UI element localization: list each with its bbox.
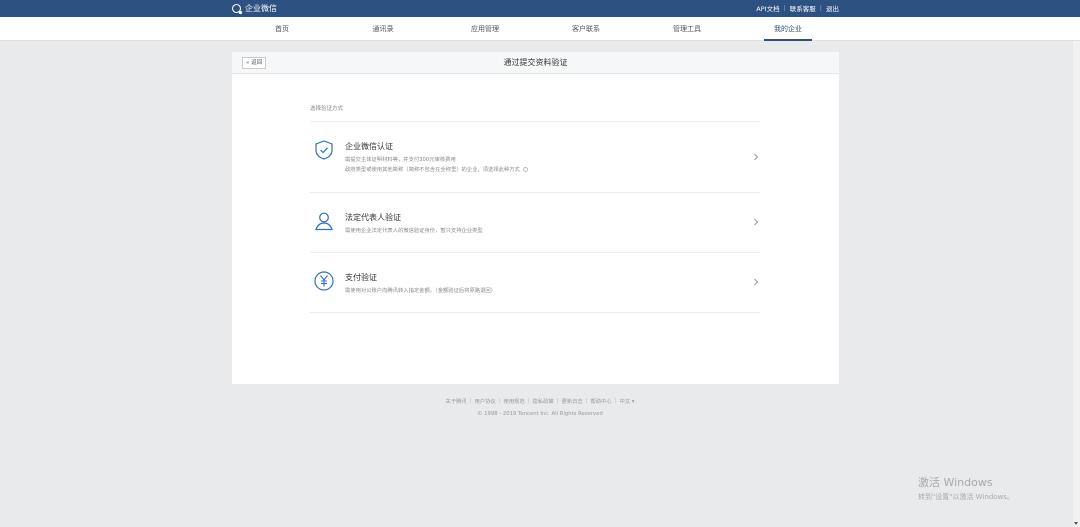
card-header: 通过提交资料验证 « 返回 xyxy=(232,52,839,74)
chevron-right-icon xyxy=(754,153,759,161)
option-desc-secondary: 政府类型或使用其他简称（简称不包含在全称里）的企业，须选择此种方式 xyxy=(345,165,528,173)
divider xyxy=(310,312,760,313)
link-separator: | xyxy=(527,398,530,404)
yuan-icon xyxy=(314,271,334,291)
top-links: API文档 | 联系客服 | 退出 xyxy=(756,3,839,13)
footer-link-user-agreement[interactable]: 用户协议 xyxy=(475,397,496,405)
wecom-logo-icon xyxy=(231,3,243,14)
footer-link-privacy[interactable]: 隐私政策 xyxy=(533,397,554,405)
tab-home[interactable]: 首页 xyxy=(252,17,312,41)
windows-activation-watermark: 激活 Windows 转到"设置"以激活 Windows。 xyxy=(918,474,1014,502)
option-wecom-certification[interactable]: 企业微信认证 需提交主体证明材料等，并支付300元审核费用 政府类型或使用其他简… xyxy=(310,122,760,192)
tab-contacts[interactable]: 通讯录 xyxy=(353,17,413,41)
language-select[interactable]: 中文 ▾ xyxy=(620,397,635,405)
option-title: 支付验证 xyxy=(345,273,377,282)
chevron-right-icon xyxy=(754,278,759,286)
tab-my-enterprise[interactable]: 我的企业 xyxy=(758,17,818,41)
api-docs-link[interactable]: API文档 xyxy=(756,3,779,13)
verification-card: 通过提交资料验证 « 返回 选择验证方式 企业微信认证 需提交主体证明材料等，并… xyxy=(232,52,839,384)
footer-link-about[interactable]: 关于腾讯 xyxy=(446,397,467,405)
link-separator: | xyxy=(585,398,588,404)
option-title: 法定代表人验证 xyxy=(345,213,401,222)
option-desc: 需提交主体证明材料等，并支付300元审核费用 xyxy=(345,157,456,163)
person-icon xyxy=(315,212,333,231)
scroll-down-icon[interactable] xyxy=(1074,522,1078,525)
link-separator: | xyxy=(783,4,786,12)
link-separator: | xyxy=(498,398,501,404)
watermark-title: 激活 Windows xyxy=(918,476,993,489)
option-desc-text: 政府类型或使用其他简称（简称不包含在全称里）的企业，须选择此种方式 xyxy=(345,167,520,173)
copyright: © 1998 - 2019 Tencent Inc. All Rights Re… xyxy=(477,411,603,417)
chevron-right-icon xyxy=(754,218,759,226)
tab-app-management[interactable]: 应用管理 xyxy=(455,17,515,41)
link-separator: | xyxy=(469,398,472,404)
tab-customer-contact[interactable]: 客户联系 xyxy=(556,17,616,41)
page-title: 通过提交资料验证 xyxy=(503,58,568,67)
watermark-subtitle: 转到"设置"以激活 Windows。 xyxy=(918,493,1014,501)
link-separator: | xyxy=(819,4,822,12)
top-bar: 企业微信 API文档 | 联系客服 | 退出 xyxy=(0,0,1080,17)
main-nav: 首页 通讯录 应用管理 客户联系 管理工具 我的企业 xyxy=(0,17,1080,41)
scrollbar[interactable] xyxy=(1073,41,1080,527)
shield-check-icon xyxy=(315,140,333,160)
footer-links: 关于腾讯 | 用户协议 | 使用规范 | 隐私政策 | 更新日志 | 帮助中心 … xyxy=(0,397,1080,405)
footer-link-changelog[interactable]: 更新日志 xyxy=(562,397,583,405)
back-button[interactable]: « 返回 xyxy=(242,57,267,69)
logout-link[interactable]: 退出 xyxy=(826,3,839,13)
contact-support-link[interactable]: 联系客服 xyxy=(790,3,816,13)
link-separator: | xyxy=(556,398,559,404)
link-separator: | xyxy=(614,398,617,404)
section-label: 选择验证方式 xyxy=(310,106,344,112)
tab-management-tools[interactable]: 管理工具 xyxy=(657,17,717,41)
footer: 关于腾讯 | 用户协议 | 使用规范 | 隐私政策 | 更新日志 | 帮助中心 … xyxy=(0,397,1080,417)
footer-link-usage-rules[interactable]: 使用规范 xyxy=(504,397,525,405)
brand-logo[interactable]: 企业微信 xyxy=(231,2,277,15)
option-legal-rep-verification[interactable]: 法定代表人验证 需使用企业法定代表人的微信验证身份，暂只支持企业类型 xyxy=(310,193,760,252)
option-payment-verification[interactable]: 支付验证 需使用对公账户向腾讯转入指定金额。（金额验证后将原路退回） xyxy=(310,253,760,312)
info-icon[interactable] xyxy=(522,167,528,172)
option-title: 企业微信认证 xyxy=(345,142,393,151)
footer-link-help[interactable]: 帮助中心 xyxy=(591,397,612,405)
brand-name: 企业微信 xyxy=(245,4,277,13)
option-desc: 需使用对公账户向腾讯转入指定金额。（金额验证后将原路退回） xyxy=(345,288,496,294)
option-desc: 需使用企业法定代表人的微信验证身份，暂只支持企业类型 xyxy=(345,228,483,234)
